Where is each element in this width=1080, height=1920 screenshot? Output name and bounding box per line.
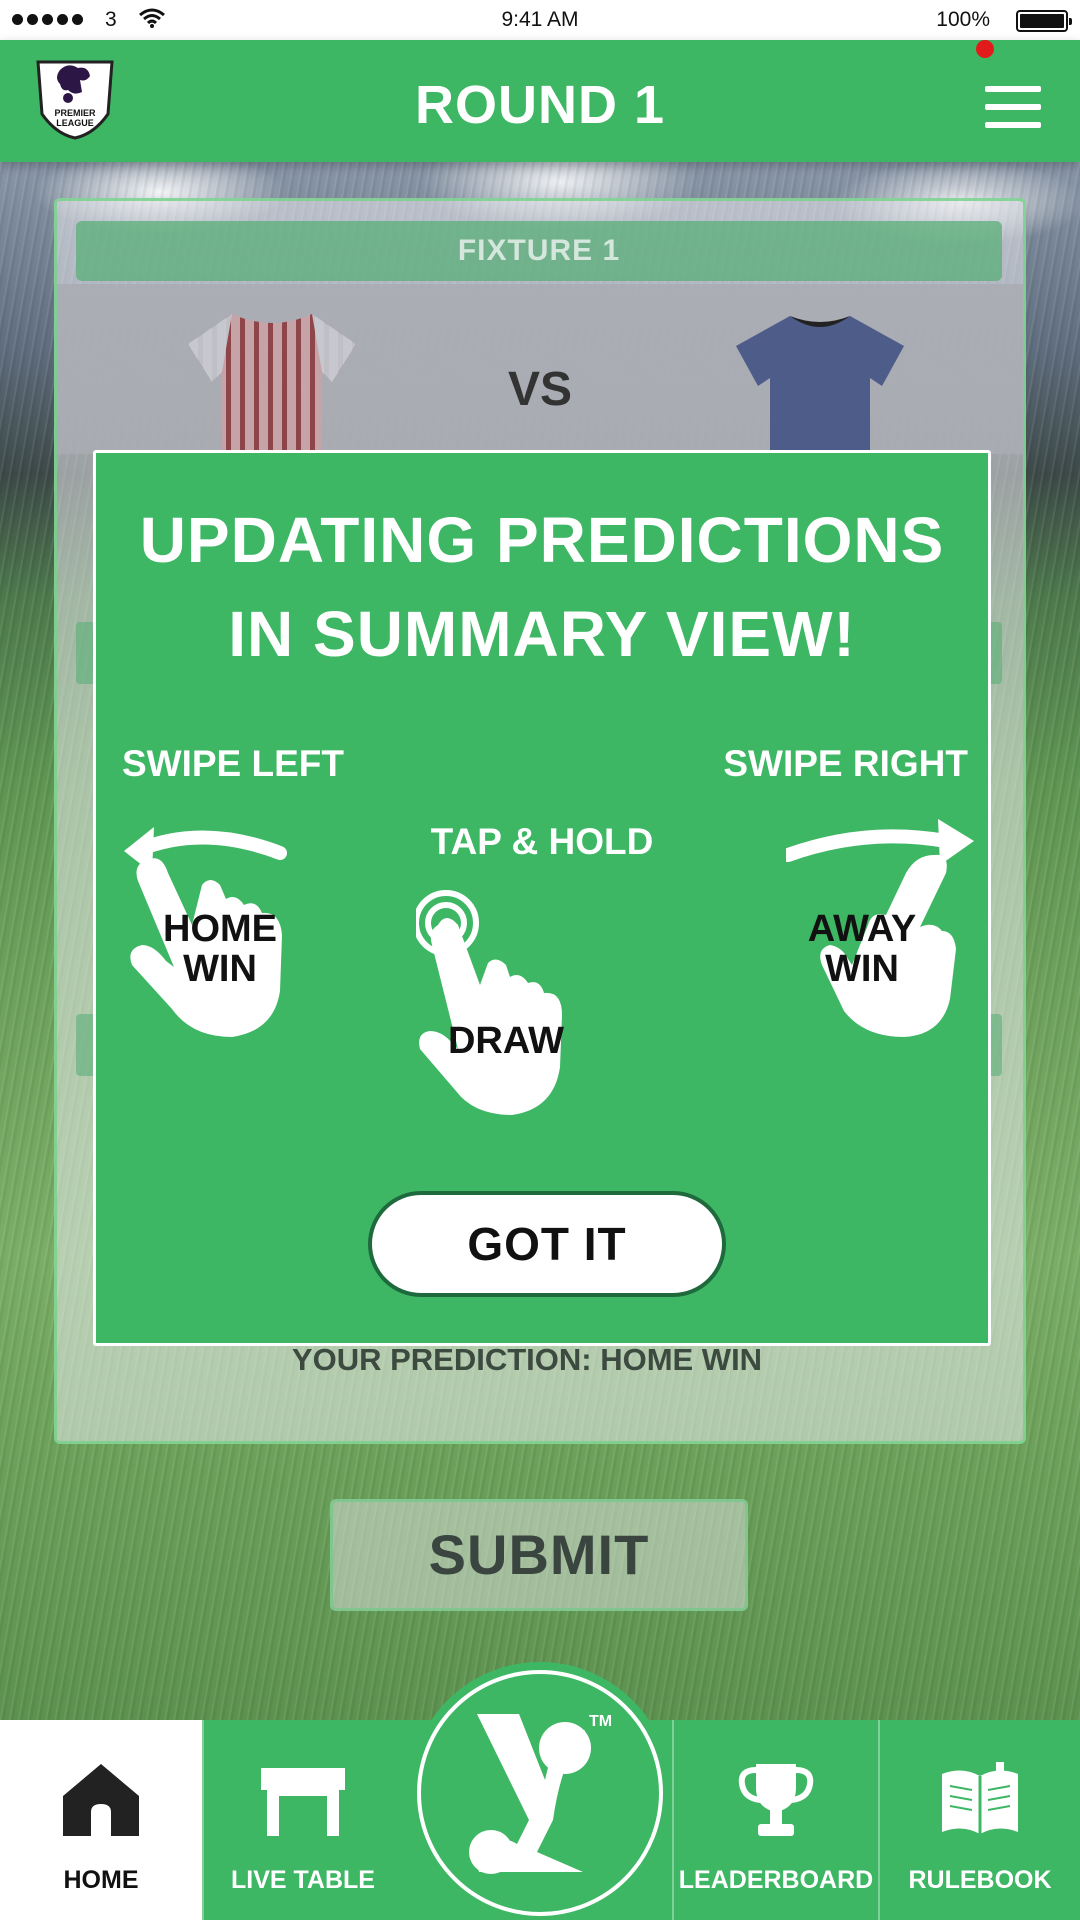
home-icon [63, 1764, 139, 1836]
home-win-label-line2: WIN [183, 948, 257, 990]
tab-home-label: HOME [63, 1866, 139, 1894]
book-icon [942, 1762, 1018, 1834]
hamburger-menu-button[interactable] [985, 86, 1041, 130]
gesture-tutorial-modal: UPDATING PREDICTIONS IN SUMMARY VIEW! SW… [93, 450, 991, 1346]
got-it-button[interactable]: GOT IT [368, 1191, 726, 1297]
table-icon [261, 1768, 345, 1836]
away-win-label-line2: WIN [825, 948, 899, 990]
tap-hold-hand-icon [416, 890, 562, 1115]
tab-leaderboard[interactable]: LEADERBOARD [674, 1720, 878, 1920]
swipe-right-label: SWIPE RIGHT [723, 743, 968, 784]
menu-line-icon [985, 122, 1041, 128]
away-shirt-icon[interactable] [732, 310, 908, 460]
modal-title-line1: UPDATING PREDICTIONS [139, 504, 945, 576]
tap-hold-gesture: DRAW [416, 885, 586, 1125]
trophy-icon [738, 1764, 814, 1836]
tab-rulebook-label: RULEBOOK [908, 1866, 1052, 1894]
tab-live-table-label: LIVE TABLE [231, 1866, 375, 1894]
trademark-symbol: TM [589, 1713, 612, 1730]
away-win-label: AWAY WIN [802, 909, 922, 989]
fixture-title: FIXTURE 1 [76, 221, 1002, 281]
center-brand-button[interactable]: TM [409, 1662, 671, 1920]
home-win-label: HOME WIN [160, 909, 280, 989]
draw-label: DRAW [447, 1020, 565, 1062]
status-time: 9:41 AM [501, 8, 579, 31]
away-win-label-line1: AWAY [807, 908, 917, 950]
battery-icon [1016, 10, 1072, 32]
notification-dot [976, 40, 994, 58]
home-win-label-line1: HOME [163, 908, 277, 950]
status-bar: 3 9:41 AM 100% [0, 0, 1080, 40]
swipe-left-label: SWIPE LEFT [122, 743, 344, 784]
tab-live-table[interactable]: LIVE TABLE [202, 1720, 404, 1920]
menu-line-icon [985, 86, 1041, 92]
vs-label: VS [507, 363, 573, 416]
swipe-left-gesture: HOME WIN [122, 815, 312, 1045]
modal-title-line2: IN SUMMARY VIEW! [228, 598, 856, 670]
brand-logo-icon: TM [469, 1713, 612, 1874]
tab-rulebook[interactable]: RULEBOOK [880, 1720, 1080, 1920]
page-title: ROUND 1 [414, 75, 666, 135]
app-header: PREMIER LEAGUE ROUND 1 [0, 40, 1080, 162]
your-prediction-text: YOUR PREDICTION: HOME WIN [291, 1342, 763, 1377]
tab-home[interactable]: HOME [0, 1720, 202, 1920]
swipe-right-gesture: AWAY WIN [786, 815, 976, 1045]
submit-button[interactable]: SUBMIT [330, 1499, 748, 1611]
tab-leaderboard-label: LEADERBOARD [678, 1866, 874, 1894]
battery-percentage: 100% [936, 8, 990, 31]
modal-title: UPDATING PREDICTIONS IN SUMMARY VIEW! [96, 493, 988, 681]
menu-line-icon [985, 104, 1041, 110]
